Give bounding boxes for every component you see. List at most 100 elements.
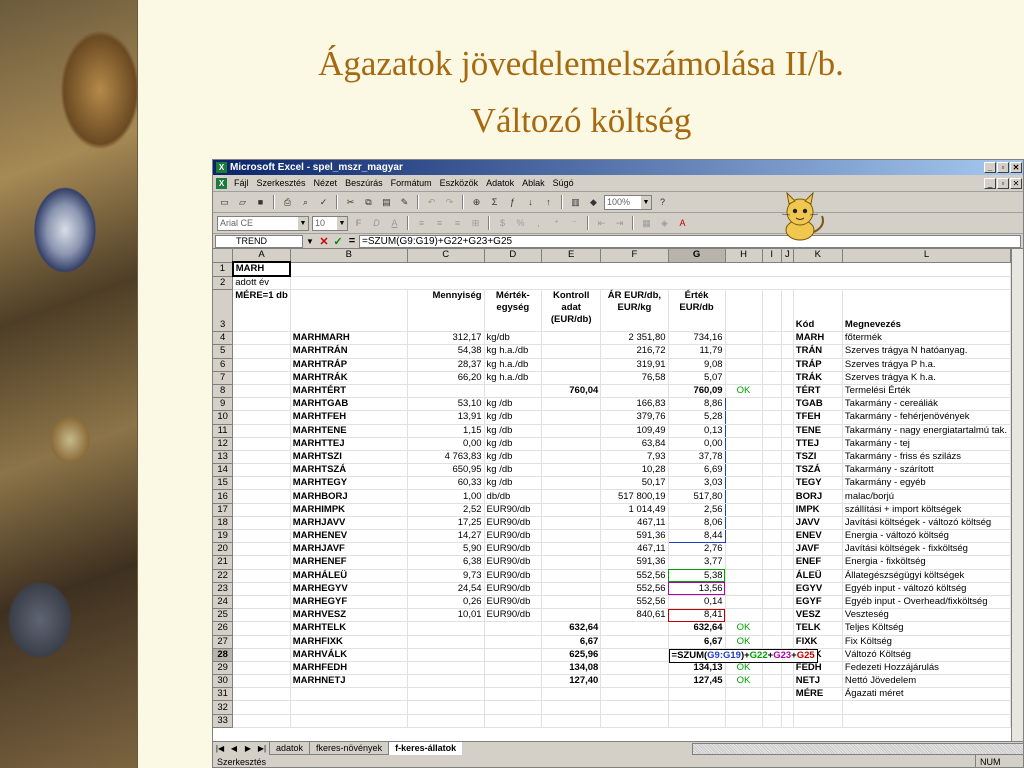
cell[interactable] [762, 674, 782, 689]
cell-kontroll[interactable]: 625,96 [541, 648, 602, 662]
decrease-decimal-icon[interactable]: ⁻ [567, 216, 582, 231]
cell-mennyiseg[interactable] [407, 648, 485, 662]
cell-kontroll[interactable] [541, 687, 602, 702]
cell-megnevezes[interactable]: Fedezeti Hozzájárulás [842, 661, 1011, 676]
cell-kontroll[interactable]: 6,67 [541, 635, 602, 649]
cell-status[interactable]: OK [725, 661, 763, 676]
cell[interactable] [762, 371, 782, 385]
cell-ertek[interactable]: 8,44 [667, 529, 726, 544]
cell[interactable] [232, 424, 291, 438]
cell-code[interactable]: MARHTSZÁ [290, 463, 408, 478]
cell-ar[interactable]: 63,84 [600, 437, 669, 451]
cell[interactable] [781, 437, 794, 451]
column-header[interactable]: J [781, 249, 794, 263]
cell-ar[interactable]: 467,11 [600, 516, 669, 531]
cell-megnevezes[interactable]: Szerves trágya P h.a. [842, 358, 1011, 372]
cell-ar[interactable]: 50,17 [600, 476, 669, 491]
empty-cells[interactable] [290, 262, 1011, 277]
cell[interactable] [232, 410, 291, 425]
cell-ertek[interactable]: 127,45 [668, 674, 726, 689]
cell-code[interactable]: MARHMARH [290, 331, 408, 346]
cell[interactable] [232, 489, 291, 504]
cell-ar[interactable]: 109,49 [600, 424, 669, 438]
cell[interactable] [781, 450, 794, 465]
cell-kod[interactable]: TÉRT [793, 384, 843, 399]
sheet-tab-fkeres-novenyek[interactable]: fkeres-növények [309, 742, 389, 755]
cell[interactable] [762, 397, 782, 412]
cell-status[interactable] [725, 424, 763, 438]
cell-megnevezes[interactable]: Egyéb input - változó költség [842, 582, 1011, 596]
cell[interactable] [232, 371, 291, 385]
cell-mennyiseg[interactable]: 1,15 [407, 424, 485, 438]
font-name-select[interactable]: Arial CE ▼ [217, 215, 309, 231]
cell-mennyiseg[interactable]: 53,10 [407, 397, 485, 412]
cell-ertek[interactable]: 3,03 [667, 476, 726, 491]
cell-status[interactable] [725, 344, 763, 359]
cell-mennyiseg[interactable] [407, 674, 485, 689]
cell[interactable] [232, 608, 291, 623]
cell-code[interactable] [290, 714, 408, 728]
font-size-select[interactable]: 10 ▼ [312, 215, 348, 231]
cell-mennyiseg[interactable]: 28,37 [407, 358, 485, 372]
cell-kontroll[interactable] [541, 476, 602, 491]
cell-kod[interactable]: VESZ [793, 608, 843, 623]
align-center-icon[interactable]: ≡ [432, 216, 447, 231]
cell[interactable] [232, 621, 291, 636]
cell[interactable] [781, 687, 794, 702]
cell-ertek[interactable]: 13,56 [668, 582, 726, 596]
cell-code[interactable]: MARHEGYF [290, 595, 408, 610]
workbook-icon[interactable]: X [216, 177, 227, 189]
cell-ertek[interactable]: 0,00 [667, 437, 726, 451]
enter-icon[interactable]: ✓ [331, 235, 345, 248]
close-button[interactable]: ✕ [1010, 162, 1022, 173]
cell[interactable] [762, 700, 782, 715]
cell[interactable] [232, 661, 291, 676]
cell-code[interactable]: MARHÁLEÜ [290, 569, 408, 583]
doc-close-button[interactable]: ✕ [1010, 177, 1022, 189]
cell-mennyiseg[interactable] [407, 661, 485, 676]
cell[interactable] [762, 410, 782, 425]
cell-ertek[interactable]: 6,67 [668, 635, 726, 649]
cell-a2[interactable]: adott év [232, 276, 291, 291]
cell-ar[interactable]: 76,58 [600, 371, 669, 385]
cell-ar[interactable]: 552,56 [600, 582, 669, 596]
increase-decimal-icon[interactable]: ⁺ [549, 216, 564, 231]
cell-kontroll[interactable]: 127,40 [541, 674, 602, 689]
cell-ar[interactable]: 840,61 [600, 608, 669, 623]
cell-mertekegyseg[interactable]: EUR90/db [484, 542, 543, 557]
cell-ertek[interactable]: 2,56 [667, 503, 726, 517]
cell[interactable] [781, 608, 794, 623]
cell-status[interactable] [725, 489, 763, 504]
cell-megnevezes[interactable] [842, 700, 1011, 715]
zoom-select[interactable]: 100% ▼ [604, 194, 652, 210]
cell-code[interactable]: MARHFIXK [290, 635, 408, 649]
cell[interactable] [762, 489, 782, 504]
cell-ar[interactable]: 2 351,80 [600, 331, 669, 346]
cell[interactable] [725, 289, 763, 333]
cell-kontroll[interactable] [541, 344, 602, 359]
cell-ertek[interactable]: 5,28 [667, 410, 726, 425]
menu-tools[interactable]: Eszközök [436, 178, 483, 188]
last-sheet-icon[interactable]: ▶| [255, 744, 269, 753]
cell[interactable] [781, 529, 794, 544]
cell-megnevezes[interactable]: Javítási költségek - fixköltség [842, 542, 1011, 557]
menu-data[interactable]: Adatok [482, 178, 518, 188]
cell-code[interactable]: MARHFEDH [290, 661, 408, 676]
cell[interactable] [232, 503, 291, 517]
cell-kod[interactable]: TEGY [793, 476, 843, 491]
cell-ar[interactable]: 166,83 [600, 397, 669, 412]
cell-mertekegyseg[interactable]: kg /db [484, 397, 543, 412]
cell-mennyiseg[interactable]: 5,90 [407, 542, 485, 557]
cell-megnevezes[interactable]: Veszteség [842, 608, 1011, 623]
cell[interactable] [232, 331, 291, 346]
row-header[interactable]: 28 [213, 648, 234, 662]
fill-color-icon[interactable]: ◈ [657, 216, 672, 231]
underline-icon[interactable]: A [387, 216, 402, 231]
cell-kontroll[interactable] [541, 582, 602, 596]
cell-kontroll[interactable] [541, 397, 602, 412]
cell-status[interactable] [725, 700, 763, 715]
cell-megnevezes[interactable]: szállítási + import költségek [842, 503, 1011, 517]
cell-ar[interactable] [600, 648, 669, 662]
cancel-icon[interactable]: ✕ [317, 235, 331, 248]
cell-code[interactable]: MARHTRÁK [290, 371, 408, 385]
